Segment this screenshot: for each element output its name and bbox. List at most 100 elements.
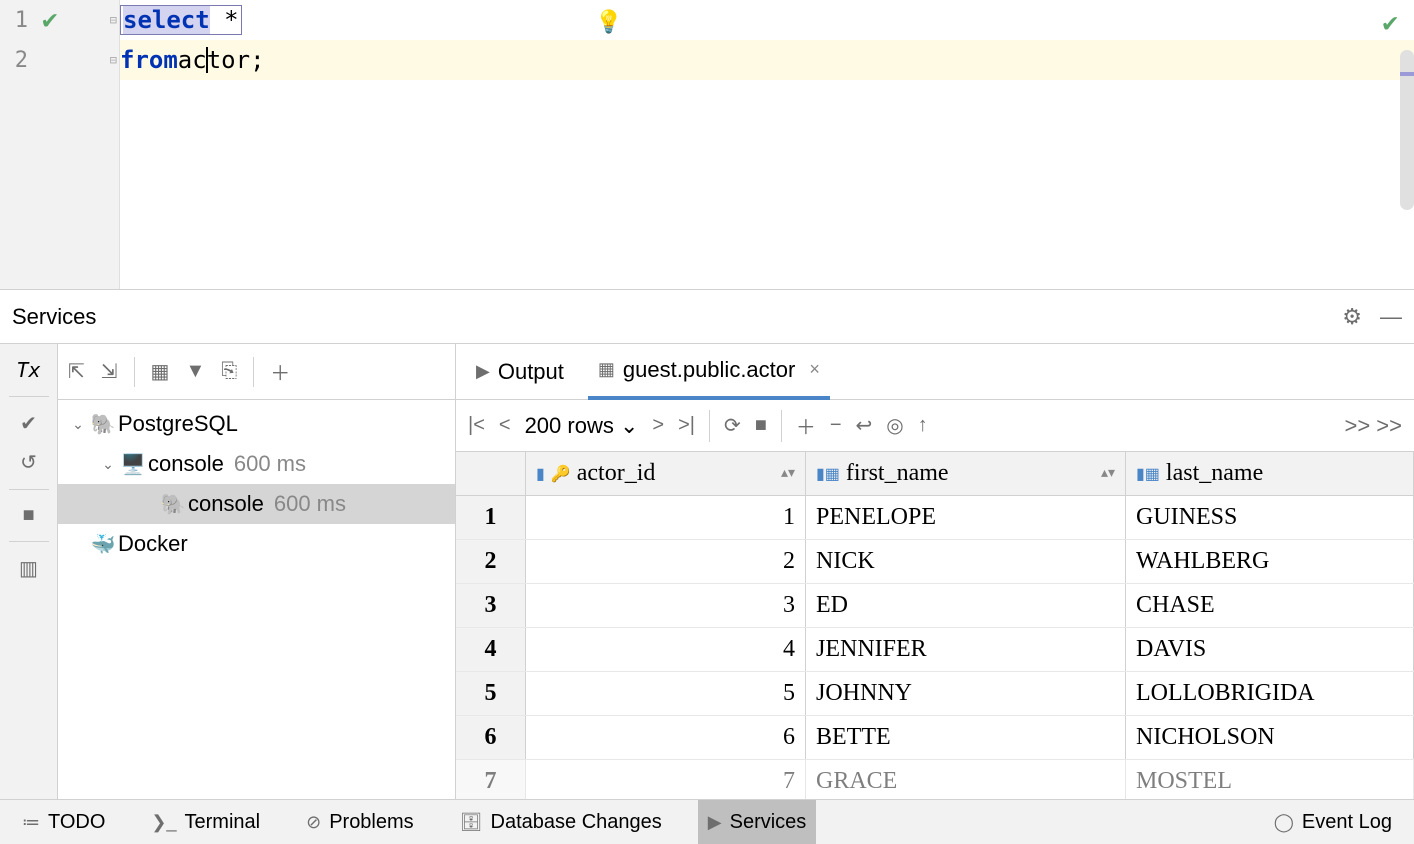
cell-actor-id[interactable]: 4 [526, 628, 806, 671]
line-number: 2 [8, 48, 28, 73]
sort-icon[interactable]: ▴▾ [781, 465, 795, 482]
upload-icon[interactable]: ↑ [918, 414, 928, 437]
grid-corner [456, 452, 526, 495]
column-header-actor-id[interactable]: ▮🔑actor_id ▴▾ [526, 452, 806, 495]
cell-last-name[interactable]: WAHLBERG [1126, 540, 1414, 583]
collapse-all-icon[interactable]: ⇲ [101, 359, 118, 384]
fold-icon[interactable]: ⊟ [110, 53, 117, 67]
group-icon[interactable]: ▦ [151, 359, 170, 384]
tree-label: PostgreSQL [118, 411, 238, 437]
cell-last-name[interactable]: CHASE [1126, 584, 1414, 627]
scroll-mark [1400, 72, 1414, 76]
tree-node-console[interactable]: 🐘 console 600 ms [58, 484, 455, 524]
data-grid[interactable]: ▮🔑actor_id ▴▾ ▮▦first_name ▴▾ ▮▦last_nam… [456, 452, 1414, 799]
add-icon[interactable]: ＋ [270, 357, 290, 386]
column-header-last-name[interactable]: ▮▦last_name [1126, 452, 1414, 495]
commit-icon[interactable]: ✔ [20, 411, 37, 436]
tab-output[interactable]: ▶ Output [466, 344, 574, 400]
refresh-icon[interactable]: ⟳ [724, 413, 741, 438]
cell-last-name[interactable]: MOSTEL [1126, 760, 1414, 799]
fold-icon[interactable]: ⊟ [110, 13, 117, 27]
next-page-icon[interactable]: > [652, 414, 664, 437]
toolwindow-terminal[interactable]: ❯_ Terminal [141, 800, 270, 844]
tree-node-console-group[interactable]: ⌄ 🖥️ console 600 ms [58, 444, 455, 484]
add-row-icon[interactable]: ＋ [796, 411, 816, 440]
stop-icon[interactable]: ■ [22, 504, 34, 527]
cell-first-name[interactable]: BETTE [806, 716, 1126, 759]
cell-actor-id[interactable]: 6 [526, 716, 806, 759]
stop-icon[interactable]: ■ [755, 414, 767, 437]
toolbar-more-icon[interactable]: >> >> [1344, 413, 1402, 439]
cell-last-name[interactable]: NICHOLSON [1126, 716, 1414, 759]
inspection-ok-icon[interactable]: ✔ [1382, 8, 1398, 38]
toolwindow-db-changes[interactable]: 🗄 Database Changes [450, 800, 672, 844]
toolwindow-services[interactable]: ▶ Services [698, 800, 817, 844]
rollback-icon[interactable]: ↺ [20, 450, 37, 475]
separator [9, 396, 49, 397]
table-row[interactable]: 6 6 BETTE NICHOLSON [456, 716, 1414, 760]
cell-last-name[interactable]: LOLLOBRIGIDA [1126, 672, 1414, 715]
sql-editor[interactable]: 1 ✔ ⊟ 2 ⊟ select * from actor; 💡 ✔ [0, 0, 1414, 290]
toolwindow-event-log[interactable]: ◯ Event Log [1264, 807, 1402, 838]
table-row[interactable]: 1 1 PENELOPE GUINESS [456, 496, 1414, 540]
cell-actor-id[interactable]: 2 [526, 540, 806, 583]
status-bar: ≔ TODO ❯_ Terminal ⊘ Problems 🗄 Database… [0, 799, 1414, 844]
first-page-icon[interactable]: |< [468, 414, 485, 437]
separator [709, 410, 710, 442]
editor-gutter: 1 ✔ ⊟ 2 ⊟ [0, 0, 120, 289]
intention-bulb-icon[interactable]: 💡 [595, 10, 622, 35]
column-label: first_name [846, 460, 949, 487]
services-toolwindow-header: Services ⚙ — [0, 290, 1414, 344]
rows-count[interactable]: 200 rows ⌄ [525, 413, 639, 439]
table-row[interactable]: 2 2 NICK WAHLBERG [456, 540, 1414, 584]
table-row[interactable]: 5 5 JOHNNY LOLLOBRIGIDA [456, 672, 1414, 716]
services-tree[interactable]: ⌄ 🐘 PostgreSQL ⌄ 🖥️ console 600 ms 🐘 con… [58, 400, 455, 799]
table-icon: ▦ [598, 359, 615, 380]
cell-actor-id[interactable]: 7 [526, 760, 806, 799]
minimize-icon[interactable]: — [1380, 304, 1402, 330]
table-row[interactable]: 4 4 JENNIFER DAVIS [456, 628, 1414, 672]
cell-last-name[interactable]: DAVIS [1126, 628, 1414, 671]
open-tab-icon[interactable]: ⎘ [221, 360, 237, 383]
table-row[interactable]: 3 3 ED CHASE [456, 584, 1414, 628]
chevron-down-icon[interactable]: ⌄ [98, 456, 118, 473]
layout-icon[interactable]: ▥ [19, 556, 38, 581]
gear-icon[interactable]: ⚙ [1342, 304, 1362, 330]
row-number: 6 [456, 716, 526, 759]
editor-content[interactable]: select * from actor; 💡 ✔ [120, 0, 1414, 289]
cell-first-name[interactable]: GRACE [806, 760, 1126, 799]
column-header-first-name[interactable]: ▮▦first_name ▴▾ [806, 452, 1126, 495]
toolwindow-todo[interactable]: ≔ TODO [12, 800, 115, 844]
play-icon: ▶ [708, 812, 722, 833]
view-icon[interactable]: ◎ [886, 413, 903, 438]
chevron-down-icon[interactable]: ⌄ [68, 416, 88, 433]
table-row[interactable]: 7 7 GRACE MOSTEL [456, 760, 1414, 799]
separator [781, 410, 782, 442]
cell-first-name[interactable]: JENNIFER [806, 628, 1126, 671]
revert-icon[interactable]: ↩ [856, 413, 873, 438]
filter-icon[interactable]: ▼ [185, 360, 205, 383]
remove-row-icon[interactable]: − [830, 414, 842, 437]
check-icon: ✔ [42, 5, 58, 35]
toolwindow-problems[interactable]: ⊘ Problems [296, 800, 424, 844]
tree-node-docker[interactable]: 🐳 Docker [58, 524, 455, 564]
last-page-icon[interactable]: >| [678, 414, 695, 437]
expand-all-icon[interactable]: ⇱ [68, 359, 85, 384]
column-label: actor_id [577, 460, 656, 487]
sort-icon[interactable]: ▴▾ [1101, 465, 1115, 482]
cell-last-name[interactable]: GUINESS [1126, 496, 1414, 539]
cell-first-name[interactable]: ED [806, 584, 1126, 627]
result-panel: ▶ Output ▦ guest.public.actor × |< < 200… [456, 344, 1414, 799]
tree-node-postgresql[interactable]: ⌄ 🐘 PostgreSQL [58, 404, 455, 444]
cell-first-name[interactable]: PENELOPE [806, 496, 1126, 539]
prev-page-icon[interactable]: < [499, 414, 511, 437]
cell-actor-id[interactable]: 1 [526, 496, 806, 539]
cell-first-name[interactable]: NICK [806, 540, 1126, 583]
close-icon[interactable]: × [809, 359, 820, 380]
cell-first-name[interactable]: JOHNNY [806, 672, 1126, 715]
tx-label[interactable]: Tx [16, 358, 40, 382]
tab-data-table[interactable]: ▦ guest.public.actor × [588, 344, 830, 400]
cell-actor-id[interactable]: 5 [526, 672, 806, 715]
cell-actor-id[interactable]: 3 [526, 584, 806, 627]
separator [134, 357, 135, 387]
